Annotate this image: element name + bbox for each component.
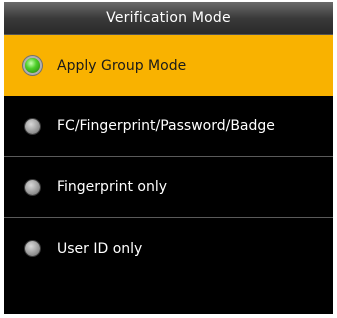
radio-unselected-icon [25,118,40,134]
radio-unselected-icon [25,241,40,256]
option-label: Apply Group Mode [57,57,187,74]
option-fc-fingerprint-password-badge[interactable]: FC/Fingerprint/Password/Badge [4,96,333,157]
option-label: User ID only [57,240,143,257]
option-user-id-only[interactable]: User ID only [4,218,333,279]
option-apply-group-mode[interactable]: Apply Group Mode [4,35,333,96]
verification-mode-screen: Verification Mode Apply Group Mode FC/Fi… [4,2,333,314]
radio-selected-icon [25,58,40,73]
radio-unselected-icon [25,179,40,195]
option-label: Fingerprint only [57,179,168,195]
screen-title: Verification Mode [4,2,333,35]
option-fingerprint-only[interactable]: Fingerprint only [4,157,333,218]
option-label: FC/Fingerprint/Password/Badge [57,118,275,134]
